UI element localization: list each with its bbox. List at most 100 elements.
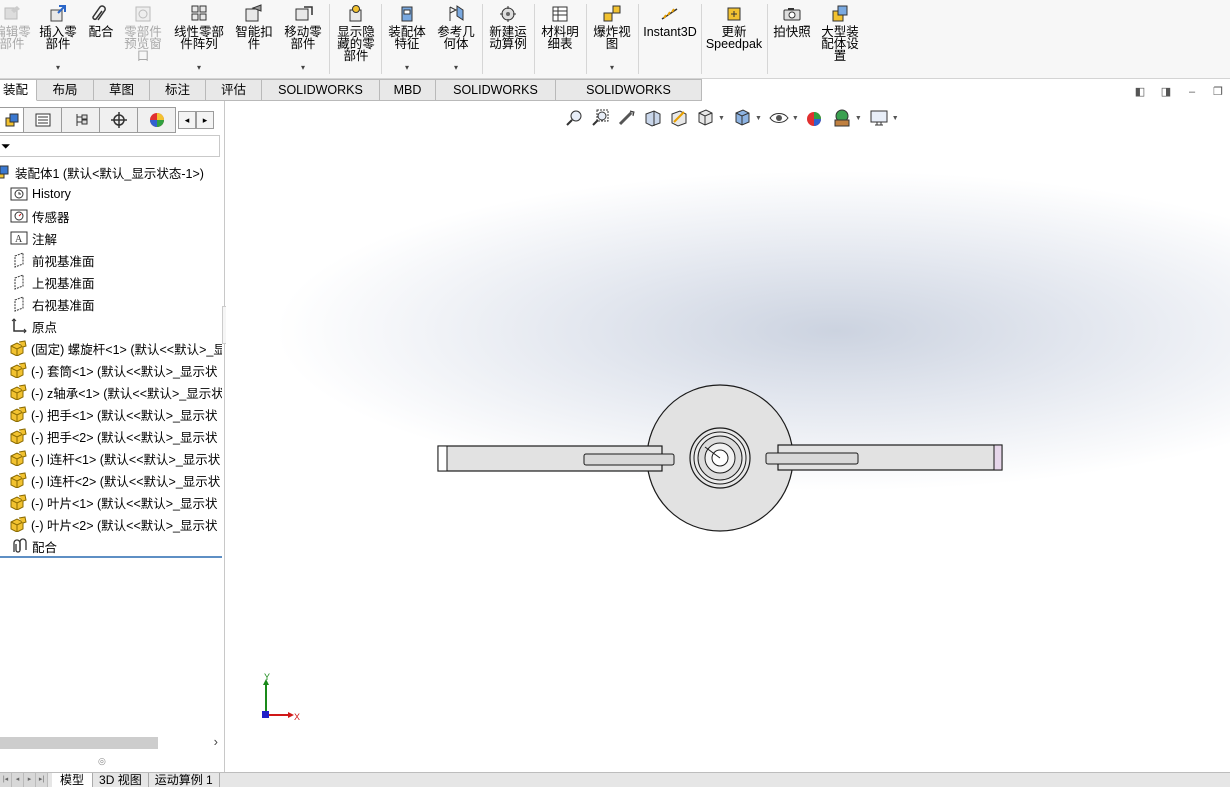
part-icon: [10, 428, 27, 444]
edit-component-button[interactable]: 编辑零 部件: [0, 4, 36, 76]
scroll-right-icon[interactable]: ›: [214, 734, 218, 749]
tree-item[interactable]: 原点: [0, 315, 222, 337]
show-hidden-components-button[interactable]: 显示隐 藏的零 部件: [333, 4, 379, 76]
tab-solidworks-cam[interactable]: SOLIDWORKS CAM: [436, 79, 556, 117]
triad-y-label: Y: [264, 672, 270, 682]
linear-pattern-button[interactable]: 线性零部 件阵列 ▾: [170, 4, 228, 76]
chevron-down-icon[interactable]: ▾: [405, 63, 409, 72]
tree-item[interactable]: (-) l连杆<2> (默认<<默认>_显示状: [0, 469, 222, 491]
feature-manager-panel: ◂ ▸ ⏷ 装配体1 (默认<默认_显示状态-1>) History 传感器 A 注解…: [0, 101, 225, 772]
exploded-view-button[interactable]: 爆炸视 图 ▾: [589, 4, 635, 76]
svg-text:A: A: [15, 234, 23, 245]
graphics-area[interactable]: ▼ ▼ ▼ ▼ ▼ Y X: [226, 101, 1230, 772]
motion-study-icon: [500, 6, 516, 22]
tree-item[interactable]: 配合: [0, 535, 222, 557]
feature-tree-tab[interactable]: [0, 107, 24, 133]
tab-nav-arrows: |◂ ◂ ▸ ▸|: [0, 773, 52, 787]
assembly-model[interactable]: [226, 101, 1230, 772]
insert-components-button[interactable]: 插入零 部件 ▾: [36, 4, 80, 76]
tabs-scroll-left-icon[interactable]: ◂: [178, 111, 196, 129]
last-tab-icon[interactable]: ▸|: [36, 773, 48, 787]
horizontal-scrollbar[interactable]: ›: [0, 734, 222, 750]
chevron-down-icon[interactable]: ▾: [301, 63, 305, 72]
tabs-scroll-right-icon[interactable]: ▸: [196, 111, 214, 129]
document-window-controls: ◧ ◨ ‒ ❐: [1134, 86, 1224, 98]
prev-tab-icon[interactable]: ◂: [12, 773, 24, 787]
tab-markup[interactable]: 标注: [150, 79, 206, 101]
reference-geometry-button[interactable]: 参考几 何体 ▾: [433, 4, 479, 76]
bill-of-materials-button[interactable]: 材料明 细表: [537, 4, 583, 76]
dimxpert-manager-tab[interactable]: [100, 107, 138, 133]
tree-item[interactable]: (-) 叶片<1> (默认<<默认>_显示状: [0, 491, 222, 513]
tree-item[interactable]: (-) 把手<2> (默认<<默认>_显示状: [0, 425, 222, 447]
tab-assembly[interactable]: 装配体: [0, 79, 37, 117]
ribbon-separator: [701, 4, 702, 74]
tree-item-label: (-) 把手<2> (默认<<默认>_显示状: [31, 430, 218, 445]
tree-item[interactable]: (-) z轴承<1> (默认<<默认>_显示状: [0, 381, 222, 403]
display-manager-tab[interactable]: [138, 107, 176, 133]
show-hidden-icon: [349, 5, 362, 22]
right-handle-arm[interactable]: [765, 444, 1003, 471]
tree-item[interactable]: History: [0, 183, 222, 205]
filter-funnel-icon[interactable]: ⏷: [1, 139, 11, 154]
chevron-down-icon[interactable]: ▾: [610, 63, 614, 72]
tree-item[interactable]: 右视基准面: [0, 293, 222, 315]
instant3d-button[interactable]: Instant3D: [642, 4, 698, 76]
take-snapshot-button[interactable]: 拍快照: [770, 4, 814, 76]
next-tab-icon[interactable]: ▸: [24, 773, 36, 787]
minimize-icon[interactable]: ‒: [1186, 86, 1198, 98]
component-preview-button[interactable]: 零部件 预览窗 口: [120, 4, 166, 76]
tree-item-label: History: [32, 187, 71, 201]
configuration-manager-tab[interactable]: [62, 107, 100, 133]
tab-mbd[interactable]: MBD: [380, 79, 436, 101]
new-motion-study-button[interactable]: 新建运 动算例: [485, 4, 531, 76]
tree-item[interactable]: 传感器: [0, 205, 222, 227]
first-tab-icon[interactable]: |◂: [0, 773, 12, 787]
update-speedpak-button[interactable]: 更新 Speedpak: [704, 4, 764, 76]
tab-solidworks-inspection[interactable]: SOLIDWORKS Inspection: [556, 79, 702, 117]
tile-left-icon[interactable]: ◧: [1134, 86, 1146, 98]
left-handle-arm[interactable]: [437, 445, 675, 472]
reference-triad: Y X: [262, 672, 300, 722]
crosshair-icon: [110, 112, 127, 128]
tree-item[interactable]: (-) 叶片<2> (默认<<默认>_显示状: [0, 513, 222, 535]
tree-item[interactable]: (-) l连杆<1> (默认<<默认>_显示状: [0, 447, 222, 469]
tab-evaluate[interactable]: 评估: [206, 79, 262, 101]
tree-root-assembly[interactable]: 装配体1 (默认<默认_显示状态-1>): [0, 161, 222, 183]
tree-item-label: (-) z轴承<1> (默认<<默认>_显示状: [31, 386, 222, 401]
move-component-button[interactable]: 移动零 部件 ▾: [280, 4, 326, 76]
tile-right-icon[interactable]: ◨: [1160, 86, 1172, 98]
tree-item[interactable]: (固定) 螺旋杆<1> (默认<<默认>_显: [0, 337, 222, 359]
tab-solidworks-addins[interactable]: SOLIDWORKS 插件: [262, 79, 380, 117]
chevron-down-icon[interactable]: ▾: [56, 63, 60, 72]
command-manager-ribbon: 编辑零 部件 插入零 部件 ▾ 配合 零部件 预览窗 口 线性零部 件阵列 ▾ …: [0, 0, 1230, 79]
large-assembly-settings-button[interactable]: 大型装 配体设 置: [816, 4, 864, 76]
tree-filter[interactable]: ⏷: [0, 135, 220, 157]
tab-sketch[interactable]: 草图: [94, 79, 150, 101]
tree-item[interactable]: A 注解: [0, 227, 222, 249]
tree-item[interactable]: 上视基准面: [0, 271, 222, 293]
scrollbar-thumb[interactable]: [0, 737, 158, 749]
tab-model[interactable]: 模型: [52, 773, 94, 787]
part-icon: [10, 450, 27, 466]
restore-icon[interactable]: ❐: [1212, 86, 1224, 98]
exploded-view-icon: [603, 5, 621, 22]
property-manager-tab[interactable]: [24, 107, 62, 133]
tree-item[interactable]: 前视基准面: [0, 249, 222, 271]
chevron-down-icon[interactable]: ▾: [454, 63, 458, 72]
tab-3d-view[interactable]: 3D 视图: [93, 773, 149, 787]
tree-item[interactable]: (-) 把手<1> (默认<<默认>_显示状: [0, 403, 222, 425]
tree-item[interactable]: (-) 套筒<1> (默认<<默认>_显示状: [0, 359, 222, 381]
part-icon: [10, 340, 27, 356]
mate-button[interactable]: 配合: [84, 4, 118, 76]
chevron-down-icon[interactable]: ▾: [197, 63, 201, 72]
bearing-hub[interactable]: [689, 427, 751, 489]
ribbon-separator: [586, 4, 587, 74]
ribbon-separator: [534, 4, 535, 74]
smart-fasteners-button[interactable]: 智能扣 件: [232, 4, 276, 76]
tab-motion-study-1[interactable]: 运动算例 1: [148, 773, 220, 787]
tree-root-label: 装配体1 (默认<默认_显示状态-1>): [15, 166, 204, 181]
panel-grip-icon[interactable]: ◎: [98, 756, 106, 767]
tab-layout[interactable]: 布局: [37, 79, 94, 101]
assembly-features-button[interactable]: 装配体 特征 ▾: [384, 4, 430, 76]
